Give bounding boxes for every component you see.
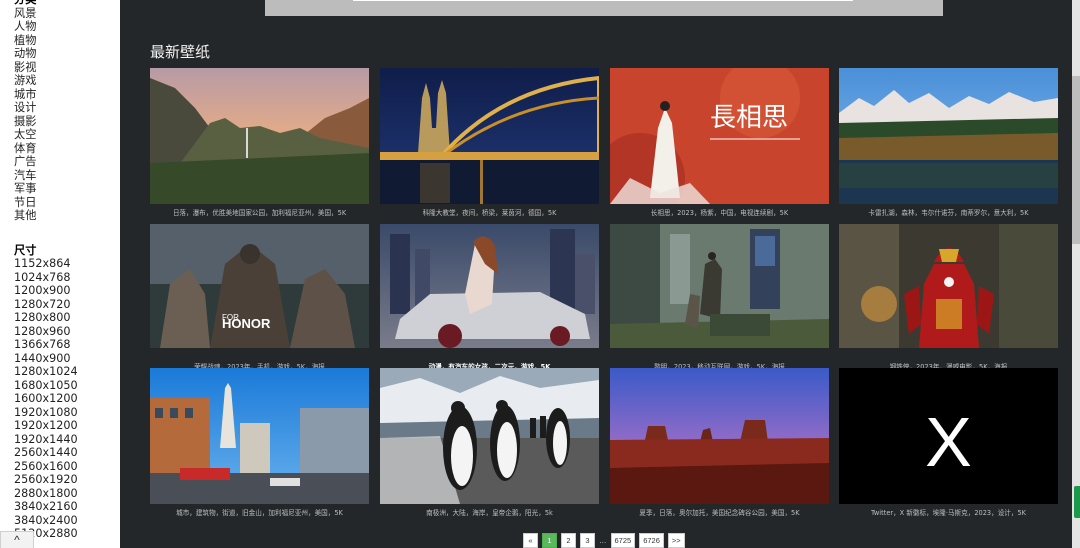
size-link[interactable]: 1280x800 bbox=[14, 311, 78, 325]
size-link[interactable]: 3840x2160 bbox=[14, 500, 78, 514]
wallpaper-card[interactable]: 南极洲，大陆，海岸，皇帝企鹅，阳光，5k bbox=[380, 368, 599, 517]
size-link[interactable]: 2560x1440 bbox=[14, 446, 78, 460]
category-link[interactable]: 风景 bbox=[14, 7, 78, 21]
next-page-button[interactable]: >> bbox=[667, 533, 685, 548]
wallpaper-caption: 夏季，日落，奥尔加托，美国纪念碑谷公园，美国，5K bbox=[639, 509, 800, 517]
scrollbar-thumb[interactable] bbox=[1072, 76, 1080, 244]
size-link[interactable]: 1600x1200 bbox=[14, 392, 78, 406]
wallpaper-card[interactable]: 城市，建筑物，街道，旧金山，加利福尼亚州，美国，5K bbox=[150, 368, 369, 517]
wallpaper-card[interactable]: X Twitter，X 新徽标，埃隆·马斯克，2023，设计，5K bbox=[839, 368, 1058, 517]
category-link[interactable]: 摄影 bbox=[14, 115, 78, 129]
wallpaper-thumbnail[interactable] bbox=[610, 224, 829, 360]
section-heading: 最新壁纸 bbox=[150, 43, 211, 61]
wallpaper-caption: 南极洲，大陆，海岸，皇帝企鹅，阳光，5k bbox=[426, 509, 553, 517]
page-button-3[interactable]: 3 bbox=[580, 533, 595, 548]
wallpaper-thumbnail[interactable] bbox=[380, 368, 599, 504]
size-link[interactable]: 1152x864 bbox=[14, 257, 78, 271]
size-link[interactable]: 2560x1920 bbox=[14, 473, 78, 487]
wallpaper-card[interactable]: 动漫，有汽车的女孩，二次元，游戏，5K bbox=[380, 224, 599, 371]
size-link[interactable]: 1920x1200 bbox=[14, 419, 78, 433]
sidebar-list: 分类 风景人物植物动物影视游戏城市设计摄影太空体育广告汽车军事节日其他 尺寸 1… bbox=[14, 0, 78, 541]
wallpaper-thumbnail[interactable] bbox=[380, 224, 599, 360]
prev-page-button[interactable]: « bbox=[523, 533, 538, 548]
category-link[interactable]: 军事 bbox=[14, 182, 78, 196]
category-link[interactable]: 城市 bbox=[14, 88, 78, 102]
wallpaper-card[interactable]: 黎明，2023，移动互联网，游戏，5K，海报 bbox=[610, 224, 829, 371]
category-link[interactable]: 汽车 bbox=[14, 169, 78, 183]
pagination-ellipsis: … bbox=[599, 536, 607, 545]
category-link[interactable]: 广告 bbox=[14, 155, 78, 169]
wallpaper-caption: 城市，建筑物，街道，旧金山，加利福尼亚州，美国，5K bbox=[176, 509, 343, 517]
category-link[interactable]: 太空 bbox=[14, 128, 78, 142]
size-link[interactable]: 1024x768 bbox=[14, 271, 78, 285]
wallpaper-thumbnail[interactable] bbox=[839, 224, 1058, 360]
pagination: « 1 2 3 … 6725 6726 >> bbox=[523, 533, 685, 548]
card-overlay-text: 長相思 bbox=[710, 103, 788, 133]
search-input[interactable] bbox=[353, 0, 853, 1]
wallpaper-caption: Twitter，X 新徽标，埃隆·马斯克，2023，设计，5K bbox=[870, 509, 1026, 517]
wallpaper-thumbnail[interactable] bbox=[150, 368, 369, 504]
category-link[interactable]: 其他 bbox=[14, 209, 78, 223]
sidebar: 分类 风景人物植物动物影视游戏城市设计摄影太空体育广告汽车军事节日其他 尺寸 1… bbox=[0, 0, 120, 548]
size-link[interactable]: 1680x1050 bbox=[14, 379, 78, 393]
wallpaper-caption: 日落，瀑布，优胜美地国家公园，加利福尼亚州，美国，5K bbox=[172, 209, 347, 217]
wallpaper-thumbnail[interactable] bbox=[610, 368, 829, 504]
wallpaper-card[interactable]: 卡雷扎湖，森林，韦尔什诺芬，南蒂罗尔，意大利，5K bbox=[839, 68, 1058, 217]
wallpaper-caption: 科隆大教堂，夜间，桥梁，莱茵河，德国，5K bbox=[422, 209, 557, 217]
size-link[interactable]: 3840x2400 bbox=[14, 514, 78, 528]
category-link[interactable]: 动物 bbox=[14, 47, 78, 61]
wallpaper-card[interactable]: 科隆大教堂，夜间，桥梁，莱茵河，德国，5K bbox=[380, 68, 599, 217]
wallpaper-card[interactable]: 日落，瀑布，优胜美地国家公园，加利福尼亚州，美国，5K bbox=[150, 68, 369, 217]
size-link[interactable]: 1200x900 bbox=[14, 284, 78, 298]
category-link[interactable]: 体育 bbox=[14, 142, 78, 156]
wallpaper-thumbnail[interactable]: 長相思 bbox=[610, 68, 829, 204]
card-overlay-text: HONOR bbox=[222, 316, 271, 331]
wallpaper-caption: 长相思，2023，杨紫，中国，电视连续剧，5K bbox=[650, 209, 789, 217]
size-link[interactable]: 2880x1800 bbox=[14, 487, 78, 501]
category-link[interactable]: 影视 bbox=[14, 61, 78, 75]
extension-tab[interactable] bbox=[1074, 486, 1080, 518]
page-button-1[interactable]: 1 bbox=[542, 533, 557, 548]
size-link[interactable]: 1280x720 bbox=[14, 298, 78, 312]
size-link[interactable]: 1440x900 bbox=[14, 352, 78, 366]
wallpaper-card[interactable]: FOR HONOR 荣耀战魂，2023年，手机，游戏，5K，海报 bbox=[150, 224, 369, 371]
wallpaper-card[interactable]: 夏季，日落，奥尔加托，美国纪念碑谷公园，美国，5K bbox=[610, 368, 829, 517]
wallpaper-thumbnail[interactable] bbox=[839, 68, 1058, 204]
size-link[interactable]: 1366x768 bbox=[14, 338, 78, 352]
size-title: 尺寸 bbox=[14, 243, 37, 257]
wallpaper-thumbnail[interactable] bbox=[150, 68, 369, 204]
page-scrollbar[interactable] bbox=[1072, 0, 1080, 548]
x-logo-icon: X bbox=[925, 403, 972, 481]
page-button-6726[interactable]: 6726 bbox=[639, 533, 664, 548]
page-button-6725[interactable]: 6725 bbox=[610, 533, 636, 548]
wallpaper-thumbnail[interactable]: X bbox=[839, 368, 1058, 504]
category-link[interactable]: 人物 bbox=[14, 20, 78, 34]
size-link[interactable]: 1280x1024 bbox=[14, 365, 78, 379]
page-button-2[interactable]: 2 bbox=[561, 533, 576, 548]
size-link[interactable]: 1920x1440 bbox=[14, 433, 78, 447]
size-link[interactable]: 2560x1600 bbox=[14, 460, 78, 474]
category-link[interactable]: 设计 bbox=[14, 101, 78, 115]
scroll-to-top-button[interactable]: ^ bbox=[0, 531, 34, 548]
wallpaper-thumbnail[interactable] bbox=[380, 68, 599, 204]
category-link[interactable]: 节日 bbox=[14, 196, 78, 210]
size-link[interactable]: 1280x960 bbox=[14, 325, 78, 339]
size-link[interactable]: 1920x1080 bbox=[14, 406, 78, 420]
wallpaper-card[interactable]: 钢铁侠，2023年，漫威电影，5K，海报 bbox=[839, 224, 1058, 371]
search-bar-area bbox=[265, 0, 943, 16]
wallpaper-caption: 卡雷扎湖，森林，韦尔什诺芬，南蒂罗尔，意大利，5K bbox=[868, 209, 1029, 217]
category-link[interactable]: 植物 bbox=[14, 34, 78, 48]
chevron-up-icon: ^ bbox=[14, 533, 20, 547]
wallpaper-card[interactable]: 長相思 长相思，2023，杨紫，中国，电视连续剧，5K bbox=[610, 68, 829, 217]
wallpaper-thumbnail[interactable]: FOR HONOR bbox=[150, 224, 369, 360]
category-link[interactable]: 游戏 bbox=[14, 74, 78, 88]
